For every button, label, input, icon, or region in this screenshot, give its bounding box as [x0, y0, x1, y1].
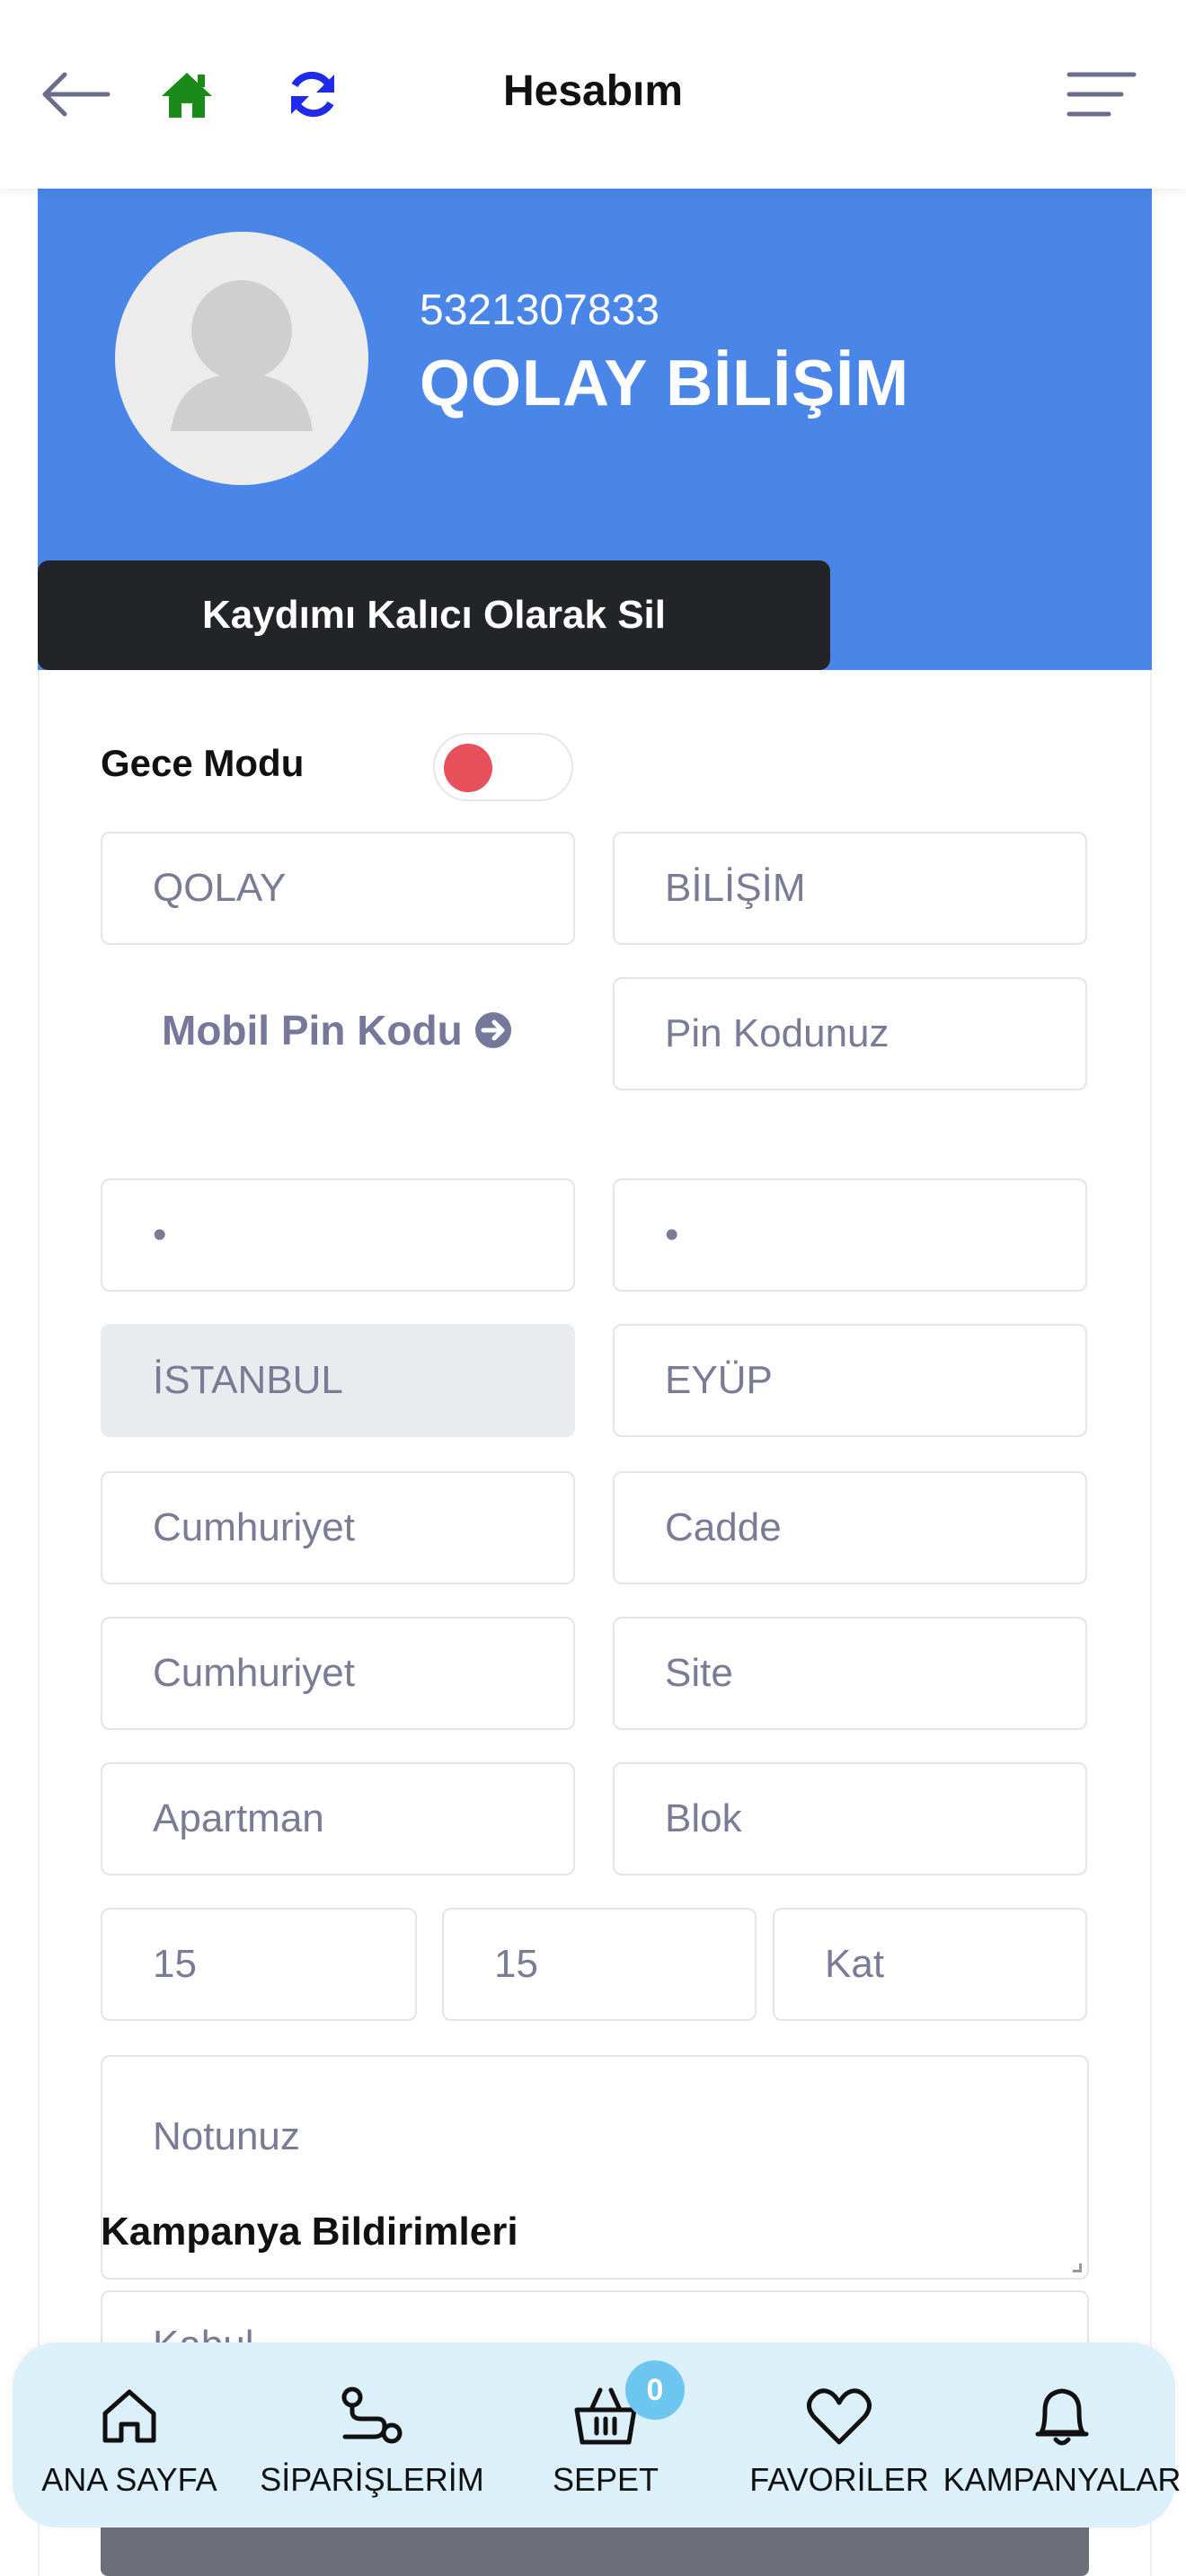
nav-campaigns[interactable]: KAMPANYALAR: [943, 2342, 1181, 2527]
cart-count-badge: 0: [625, 2360, 685, 2420]
mobile-pin-link[interactable]: Mobil Pin Kodu: [162, 1006, 513, 1054]
first-name-input[interactable]: QOLAY: [101, 832, 575, 945]
nav-orders-label: SİPARİŞLERİM: [260, 2461, 484, 2498]
bell-outline-icon: [1026, 2380, 1098, 2452]
mobile-pin-label: Mobil Pin Kodu: [162, 1007, 463, 1054]
district-select[interactable]: EYÜP: [613, 1324, 1087, 1437]
profile-card: 5321307833 QOLAY BİLİŞİM Kaydımı Kalıcı …: [38, 189, 1152, 670]
profile-phone: 5321307833: [420, 287, 659, 334]
resize-handle-icon[interactable]: [1073, 2263, 1082, 2272]
page-title: Hesabım: [502, 67, 684, 115]
field-b-input[interactable]: •: [613, 1178, 1087, 1292]
delete-account-button[interactable]: Kaydımı Kalıcı Olarak Sil: [38, 560, 830, 670]
campaign-notifications-label: Kampanya Bildirimleri: [101, 2210, 518, 2254]
pin-code-input[interactable]: Pin Kodunuz: [613, 977, 1087, 1090]
avatar[interactable]: [115, 232, 368, 485]
heart-outline-icon: [803, 2380, 875, 2452]
profile-name: QOLAY BİLİŞİM: [420, 348, 910, 419]
user-placeholder-icon: [171, 280, 313, 431]
nav-cart[interactable]: SEPET 0: [498, 2342, 713, 2527]
nav-cart-label: SEPET: [552, 2461, 659, 2498]
street-input[interactable]: Cadde: [613, 1471, 1087, 1584]
apartment-input[interactable]: Apartman: [101, 1762, 575, 1875]
bottom-navigation: ANA SAYFA SİPARİŞLERİM SEPET 0 FAVORİLER: [13, 2342, 1181, 2527]
city-select[interactable]: İSTANBUL: [101, 1324, 575, 1437]
site-input[interactable]: Site: [613, 1617, 1087, 1730]
top-bar: Hesabım: [0, 0, 1186, 189]
number-input-2[interactable]: 15: [442, 1908, 757, 2021]
neighborhood2-input[interactable]: Cumhuriyet: [101, 1617, 575, 1730]
nav-favorites[interactable]: FAVORİLER: [740, 2342, 938, 2527]
neighborhood-input[interactable]: Cumhuriyet: [101, 1471, 575, 1584]
toggle-knob: [444, 744, 492, 792]
home-outline-icon: [93, 2380, 165, 2452]
floor-input[interactable]: Kat: [773, 1908, 1087, 2021]
nav-campaigns-label: KAMPANYALAR: [943, 2461, 1182, 2498]
night-mode-toggle[interactable]: [433, 733, 573, 801]
menu-icon[interactable]: [1066, 58, 1137, 130]
nav-home-label: ANA SAYFA: [41, 2461, 217, 2498]
nav-favorites-label: FAVORİLER: [749, 2461, 929, 2498]
nav-orders[interactable]: SİPARİŞLERİM: [255, 2342, 489, 2527]
block-input[interactable]: Blok: [613, 1762, 1087, 1875]
note-placeholder: Notunuz: [153, 2114, 300, 2158]
route-icon: [336, 2380, 408, 2452]
field-a-input[interactable]: •: [101, 1178, 575, 1292]
nav-home[interactable]: ANA SAYFA: [40, 2342, 219, 2527]
number-input-1[interactable]: 15: [101, 1908, 417, 2021]
last-name-input[interactable]: BİLİŞİM: [613, 832, 1087, 945]
arrow-circle-right-icon: [474, 1012, 511, 1048]
night-mode-label: Gece Modu: [101, 742, 305, 784]
